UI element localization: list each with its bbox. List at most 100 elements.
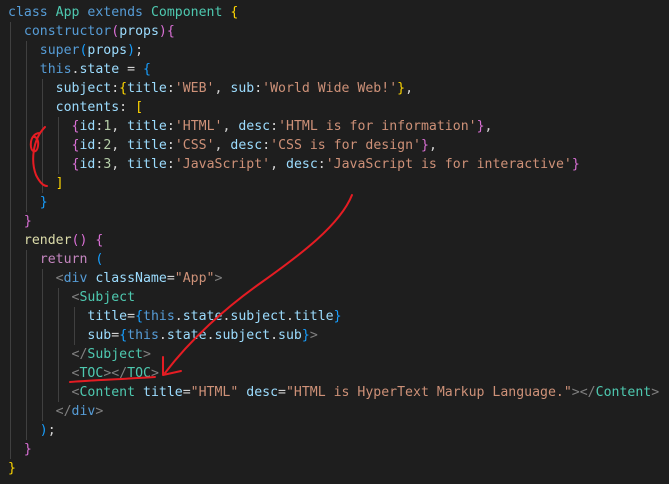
code-line[interactable]: title={this.state.subject.title} — [8, 307, 341, 326]
code-line[interactable]: ] — [8, 174, 64, 193]
code-line[interactable]: {id:1, title:'HTML', desc:'HTML is for i… — [8, 117, 493, 136]
code-token: ></ — [103, 366, 128, 381]
code-line[interactable]: return ( — [8, 250, 104, 269]
code-line[interactable]: } — [8, 459, 16, 478]
code-token: state — [182, 309, 223, 324]
code-token: > — [95, 404, 104, 419]
code-token: title — [143, 385, 183, 400]
code-token: props — [119, 24, 159, 39]
code-token: , — [111, 119, 128, 134]
code-line[interactable]: <Content title="HTML" desc="HTML is Hype… — [8, 383, 660, 402]
code-token: } — [397, 81, 406, 96]
code-line[interactable]: } — [8, 193, 48, 212]
code-token: , — [405, 81, 414, 96]
code-token: class — [8, 5, 56, 20]
code-token: contents — [55, 100, 120, 115]
code-token: </ — [71, 347, 88, 362]
code-token: extends — [87, 5, 151, 20]
code-token: , — [214, 81, 231, 96]
code-token: ) — [158, 24, 167, 39]
code-line[interactable]: render() { — [8, 231, 103, 250]
code-line[interactable]: contents: [ — [8, 98, 143, 117]
code-token: subject — [55, 81, 112, 96]
code-line[interactable]: super(props); — [8, 41, 143, 60]
code-token: ) — [127, 43, 136, 58]
code-token: { — [119, 328, 128, 343]
code-line[interactable]: <div className="App"> — [8, 269, 223, 288]
code-token: constructor — [23, 24, 112, 39]
code-token: 'CSS is for design' — [270, 138, 421, 153]
code-token: "App" — [174, 271, 215, 286]
code-line[interactable]: sub={this.state.subject.sub}> — [8, 326, 317, 345]
code-token: : — [166, 138, 175, 153]
code-token: = — [127, 309, 136, 324]
code-token: className — [95, 271, 167, 286]
code-token: ; — [135, 43, 144, 58]
code-token: div — [63, 271, 96, 286]
code-editor[interactable]: class App extends Component { constructo… — [0, 0, 669, 484]
code-token: Subject — [79, 290, 136, 305]
code-token: : — [317, 157, 326, 172]
code-token: title — [127, 119, 167, 134]
code-token: 'WEB' — [174, 81, 215, 96]
code-token: : — [166, 119, 175, 134]
code-token: return — [39, 252, 96, 267]
code-line[interactable]: subject:{title:'WEB', sub:'World Wide We… — [8, 79, 413, 98]
code-line[interactable]: </Subject> — [8, 345, 151, 364]
code-token: title — [293, 309, 334, 324]
code-token: ] — [55, 176, 64, 191]
code-token: < — [55, 271, 64, 286]
code-token: state — [79, 62, 120, 77]
code-token: . — [174, 309, 183, 324]
code-line[interactable]: class App extends Component { — [8, 3, 238, 22]
code-line[interactable]: <TOC></TOC> — [8, 364, 159, 383]
code-line[interactable]: this.state = { — [8, 60, 151, 79]
code-token: desc — [230, 138, 263, 153]
code-line[interactable]: <Subject — [8, 288, 136, 307]
code-line[interactable]: constructor(props){ — [8, 22, 175, 41]
code-token: , — [214, 138, 231, 153]
code-line[interactable]: {id:3, title:'JavaScript', desc:'JavaScr… — [8, 155, 580, 174]
code-token: . — [158, 328, 167, 343]
code-token: : — [111, 81, 120, 96]
code-token: : — [262, 138, 271, 153]
code-line[interactable]: ); — [8, 421, 56, 440]
code-token: ) — [39, 423, 48, 438]
code-line[interactable]: </div> — [8, 402, 104, 421]
code-line[interactable]: } — [8, 212, 32, 231]
annotation-arrow-head — [162, 356, 182, 376]
code-token: subject — [230, 309, 286, 324]
code-token: . — [270, 328, 279, 343]
code-line[interactable]: } — [8, 440, 32, 459]
code-line[interactable]: {id:2, title:'CSS', desc:'CSS is for des… — [8, 136, 437, 155]
code-token: Component — [150, 5, 231, 20]
code-token: { — [230, 5, 239, 20]
code-token: title — [87, 309, 128, 324]
code-token: , — [222, 119, 239, 134]
code-token: desc — [286, 157, 318, 172]
code-token: render — [23, 233, 72, 248]
code-token: 'CSS' — [174, 138, 215, 153]
code-token: , — [111, 138, 128, 153]
code-token: > — [651, 385, 660, 400]
code-token: sub — [87, 328, 112, 343]
code-token: desc — [238, 119, 271, 134]
code-token: } — [571, 157, 580, 172]
code-token: super — [39, 43, 80, 58]
code-token: sub — [230, 81, 255, 96]
